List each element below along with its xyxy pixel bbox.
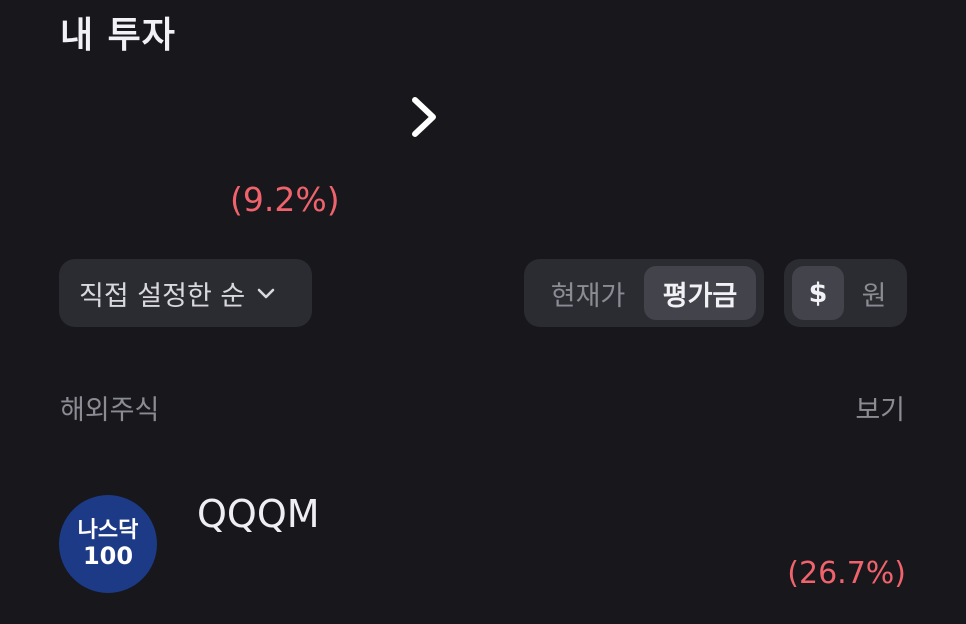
stock-return-rate: (26.7%) (787, 556, 906, 591)
price-display-toggle: 현재가 평가금 (524, 259, 764, 327)
chevron-right-icon (412, 97, 436, 137)
view-button[interactable]: 보기 (855, 388, 905, 427)
section-title-overseas-stocks: 해외주식 (60, 395, 160, 426)
page-title: 내 투자 (60, 15, 176, 56)
logo-text-line2: 100 (82, 541, 134, 570)
my-investment-screen: 내 투자 (9.2%) 직접 설정한 순 현재가 평가금 $ 원 해외주식 보기… (0, 0, 966, 624)
stock-logo: 나스닥 100 (59, 495, 157, 593)
currency-toggle: $ 원 (784, 259, 907, 327)
stock-name: QQQM (197, 492, 320, 536)
toggle-won[interactable]: 원 (848, 266, 900, 320)
sort-order-label: 직접 설정한 순 (79, 280, 246, 312)
logo-text-line1: 나스닥 (77, 517, 139, 543)
toggle-dollar[interactable]: $ (792, 266, 844, 320)
toggle-valuation[interactable]: 평가금 (644, 266, 756, 320)
sort-order-button[interactable]: 직접 설정한 순 (59, 259, 312, 327)
investment-detail-button[interactable] (404, 94, 444, 140)
chevron-down-icon (257, 288, 275, 299)
total-return-rate: (9.2%) (230, 180, 340, 219)
holding-row[interactable]: 나스닥 100 QQQM (26.7%) (0, 470, 966, 624)
toggle-current-price[interactable]: 현재가 (538, 266, 638, 320)
